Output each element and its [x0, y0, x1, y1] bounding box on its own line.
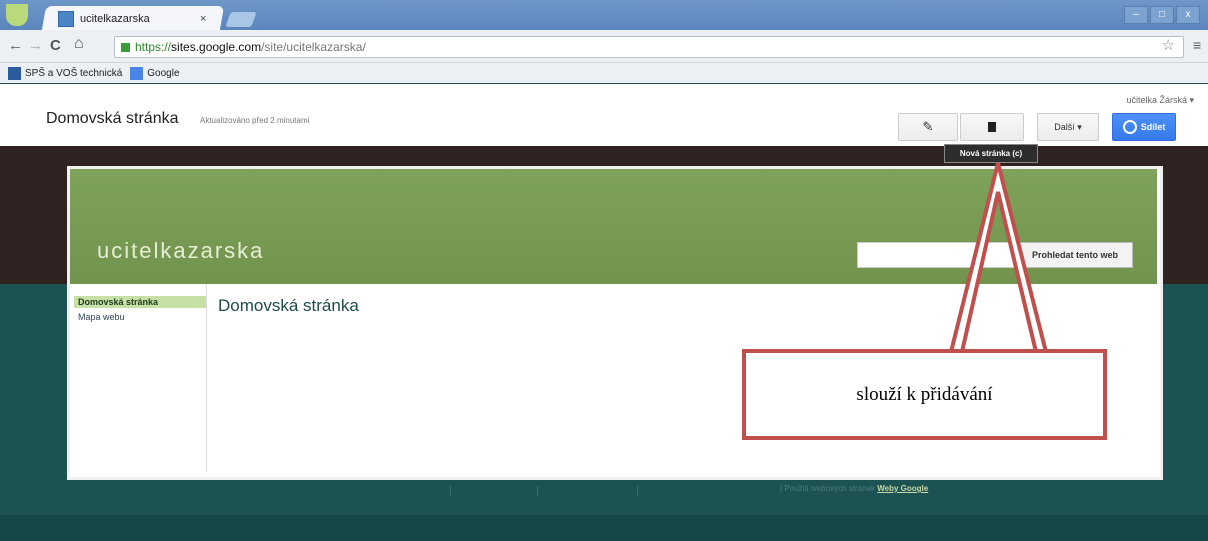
footer-divider	[637, 486, 638, 496]
page-title: Domovská stránka	[46, 110, 179, 127]
reload-icon[interactable]: C	[50, 37, 61, 54]
share-label: Sdílet	[1140, 122, 1166, 132]
bookmark-label: Google	[147, 67, 180, 79]
lock-icon	[121, 42, 130, 52]
sites-header	[0, 84, 1208, 147]
pencil-icon: ✎	[922, 119, 934, 134]
new-page-tooltip: Nová stránka (c)	[944, 144, 1038, 163]
school-icon	[8, 66, 21, 80]
chrome-menu-icon[interactable]: ≡	[1193, 37, 1201, 53]
window-controls: – □ x	[1124, 6, 1200, 24]
back-icon[interactable]: ←	[8, 37, 23, 54]
user-menu[interactable]: učitelka Žárská ▾	[1126, 95, 1194, 106]
bookmarks-bar: SPŠ a VOŠ technická Google	[0, 63, 1208, 83]
more-button[interactable]: Další ▾	[1037, 113, 1099, 141]
maximize-button[interactable]: □	[1150, 6, 1174, 24]
new-page-icon	[988, 122, 996, 132]
sites-favicon-icon	[58, 11, 74, 27]
share-button[interactable]: Sdílet	[1112, 113, 1176, 141]
edit-page-button[interactable]: ✎	[898, 113, 958, 141]
tab-close-icon[interactable]: ×	[200, 13, 206, 25]
share-globe-icon	[1122, 120, 1137, 134]
google-icon	[130, 66, 144, 80]
forward-icon[interactable]: →	[28, 37, 43, 54]
site-name[interactable]: ucitelkazarska	[97, 238, 264, 264]
bookmark-label: SPŠ a VOŠ technická	[25, 67, 123, 79]
page-bottom-band	[0, 515, 1208, 541]
sidebar-item-sitemap[interactable]: Mapa webu	[74, 312, 125, 322]
close-window-button[interactable]: x	[1176, 6, 1200, 24]
bookmark-star-icon[interactable]: ☆	[1162, 36, 1175, 54]
footer-link[interactable]: Weby Google	[877, 484, 928, 493]
site-search-input[interactable]	[857, 242, 1019, 268]
minimize-button[interactable]: –	[1124, 6, 1148, 24]
annotation-callout: slouží k přidávání	[742, 349, 1107, 440]
sidebar-item-home[interactable]: Domovská stránka	[74, 296, 206, 308]
bookmark-item[interactable]: SPŠ a VOŠ technická	[8, 66, 123, 80]
url-host: sites.google.com	[171, 40, 262, 54]
tab-title: ucitelkazarska	[80, 13, 150, 25]
address-bar[interactable]: https:// sites.google.com /site/ucitelka…	[114, 36, 1184, 58]
bookmark-item[interactable]: Google	[130, 66, 180, 80]
last-updated: Aktualizováno před 2 minutami	[200, 116, 310, 125]
tab-content[interactable]: ucitelkazarska ×	[58, 9, 218, 29]
annotation-text: slouží k přidávání	[856, 383, 993, 405]
new-page-button[interactable]	[960, 113, 1024, 141]
screenshot: ucitelkazarska × – □ x ← → C ⌂ https:// …	[0, 0, 1208, 541]
footer-text[interactable]: | Použití webových stránek	[780, 484, 875, 493]
footer-divider	[450, 486, 451, 496]
site-footer: | Použití webových stránek Weby Google	[780, 484, 928, 493]
url-protocol: https://	[135, 40, 172, 54]
footer-divider	[537, 486, 538, 496]
home-icon[interactable]: ⌂	[74, 35, 84, 53]
content-title: Domovská stránka	[218, 296, 359, 315]
url-path: /site/ucitelkazarska/	[261, 40, 366, 54]
profile-icon[interactable]	[6, 4, 28, 26]
site-search-button[interactable]: Prohledat tento web	[1017, 242, 1133, 268]
